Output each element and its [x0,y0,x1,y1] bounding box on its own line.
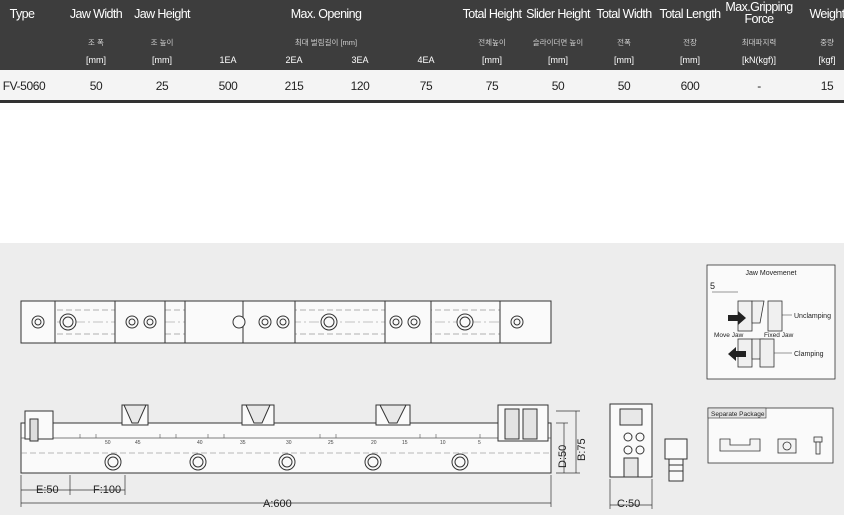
top-view-end-block-right [499,300,552,344]
front-view: 50 45 40 35 30 25 20 15 10 5 [20,404,552,474]
spec-table: Type Jaw Width Jaw Height Max. Opening T… [0,0,844,103]
unit-opening-3ea: 3EA [351,55,369,65]
header-jaw-width: Jaw Width [69,7,123,21]
unit-opening-4ea: 4EA [417,55,435,65]
dim-f: F:100 [93,484,121,496]
cell-total-height: 75 [485,79,499,93]
separate-package-panel: Separate Package [707,407,834,464]
unit-weight: [kgf] [818,55,836,65]
korean-weight: 중량 [820,38,834,47]
header-total-height: Total Height [462,7,522,21]
korean-jaw-width: 조 폭 [88,38,104,47]
korean-total-width: 전폭 [617,38,631,47]
header-total-length: Total Length [659,7,722,21]
top-view [20,300,552,344]
unit-total-length: [mm] [680,55,700,65]
jaw-movement-panel: Jaw Movemenet 5 Unclamping Move Jaw Fixe… [706,264,836,380]
header-slider-height: Slider Height [526,7,590,21]
unit-slider-height: [mm] [548,55,568,65]
jaw-movement-title: Jaw Movemenet [746,270,797,277]
header-type: Type [9,7,35,21]
cell-opening-1ea: 500 [218,79,238,93]
label-fixed-jaw: Fixed Jaw [764,332,794,339]
package-screw-part [813,436,823,443]
cell-opening-3ea: 120 [350,79,370,93]
scale-mark-25: 25 [328,440,334,446]
dim-d: D:50 [557,445,569,468]
header-jaw-height: Jaw Height [134,7,190,21]
spec-table-header: Type Jaw Width Jaw Height Max. Opening T… [0,0,844,70]
cell-jaw-height: 25 [155,79,169,93]
cell-jaw-width: 50 [89,79,103,93]
cell-max-gripping-force: - [757,79,761,93]
scale-mark-35: 35 [240,440,246,446]
dim-c: C:50 [617,498,640,510]
scale-mark-15: 15 [402,440,408,446]
side-view [609,403,653,509]
cell-opening-4ea: 75 [419,79,433,93]
front-view-end-block-left [24,410,54,440]
jaw-movement-offset: 5 [710,281,715,291]
dim-a: A:600 [263,498,292,510]
korean-total-height: 전체높이 [478,38,506,47]
korean-total-length: 전장 [683,38,697,47]
unit-jaw-width: [mm] [86,55,106,65]
unit-opening-1ea: 1EA [219,55,237,65]
unit-max-gripping-force: [kN(kgf)] [741,55,777,65]
cell-weight: 15 [820,79,834,93]
cell-type: FV-5060 [2,79,46,93]
label-unclamping: Unclamping [794,313,831,320]
accessory-bolt [664,438,688,482]
korean-max-opening: 최대 벌림길이 [mm] [294,38,358,47]
spec-table-row: FV-5060 50 25 500 215 120 75 75 50 50 60… [0,70,844,103]
drawing-canvas: 50 45 40 35 30 25 20 15 10 5 E:50 F:100 … [20,264,836,510]
dim-e: E:50 [36,484,59,496]
header-total-width: Total Width [596,7,652,21]
scale-mark-40: 40 [197,440,203,446]
top-view-jaw-1 [114,300,166,344]
header-weight: Weight [809,7,844,21]
unit-opening-2ea: 2EA [285,55,303,65]
korean-max-gripping-force: 최대파지력 [741,38,777,47]
unit-total-height: [mm] [482,55,502,65]
cell-total-width: 50 [617,79,631,93]
separate-package-title: Separate Package [711,411,765,418]
cell-slider-height: 50 [551,79,565,93]
scale-mark-30: 30 [286,440,292,446]
dim-b: B:75 [576,438,588,461]
scale-mark-20: 20 [371,440,377,446]
header-max-gripping-force-2: Force [744,12,775,26]
scale-mark-10: 10 [440,440,446,446]
cell-opening-2ea: 215 [284,79,304,93]
label-clamping: Clamping [794,351,824,358]
unit-total-width: [mm] [614,55,634,65]
korean-jaw-height: 조 높이 [150,38,174,47]
korean-slider-height: 슬라이더면 높이 [532,38,584,47]
scale-mark-5: 5 [478,440,481,446]
scale-mark-45: 45 [135,440,141,446]
label-move-jaw: Move Jaw [714,332,744,339]
unit-jaw-height: [mm] [152,55,172,65]
technical-drawing: 50 45 40 35 30 25 20 15 10 5 E:50 F:100 … [0,243,844,515]
cell-total-length: 600 [680,79,700,93]
scale-mark-50: 50 [105,440,111,446]
header-max-opening: Max. Opening [290,7,362,21]
